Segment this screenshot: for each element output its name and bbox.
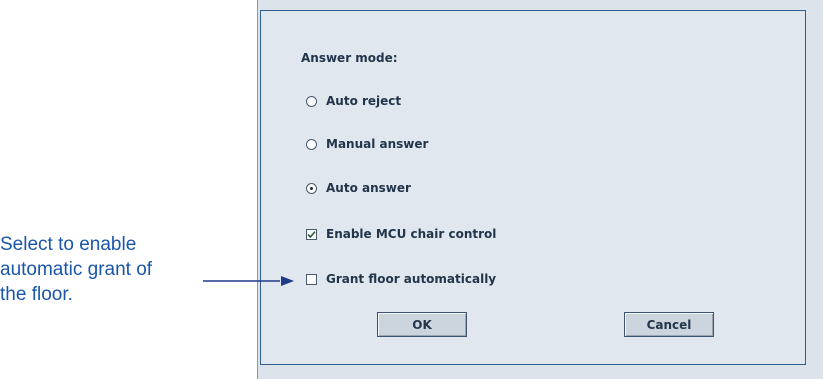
- ok-button[interactable]: OK: [377, 312, 467, 337]
- answer-mode-dialog: Answer mode: Auto reject Manual answer A…: [260, 10, 806, 365]
- radio-button-selected-icon[interactable]: [306, 182, 317, 194]
- callout-line-2: automatic grant of: [0, 259, 153, 280]
- checkbox-unchecked-icon[interactable]: [306, 273, 317, 285]
- checkmark-icon: [307, 230, 316, 238]
- checkbox-grant-floor-automatically[interactable]: Grant floor automatically: [306, 272, 496, 286]
- radio-manual-answer[interactable]: Manual answer: [306, 137, 428, 151]
- radio-button-icon[interactable]: [306, 95, 317, 107]
- checkbox-label: Grant floor automatically: [326, 272, 497, 286]
- callout-line-3: the floor.: [0, 284, 73, 305]
- checkbox-checked-icon[interactable]: [306, 228, 317, 240]
- cancel-button[interactable]: Cancel: [624, 312, 714, 337]
- radio-auto-reject[interactable]: Auto reject: [306, 94, 401, 108]
- radio-label: Auto reject: [326, 94, 402, 108]
- callout-text: Select to enable automatic grant of the …: [0, 232, 215, 307]
- callout-line-1: Select to enable: [0, 234, 137, 255]
- radio-button-icon[interactable]: [306, 138, 317, 150]
- checkbox-label: Enable MCU chair control: [326, 227, 497, 241]
- answer-mode-label: Answer mode:: [301, 51, 398, 65]
- checkbox-enable-mcu-chair-control[interactable]: Enable MCU chair control: [306, 227, 496, 241]
- radio-label: Auto answer: [326, 181, 411, 195]
- radio-label: Manual answer: [326, 137, 429, 151]
- radio-auto-answer[interactable]: Auto answer: [306, 181, 411, 195]
